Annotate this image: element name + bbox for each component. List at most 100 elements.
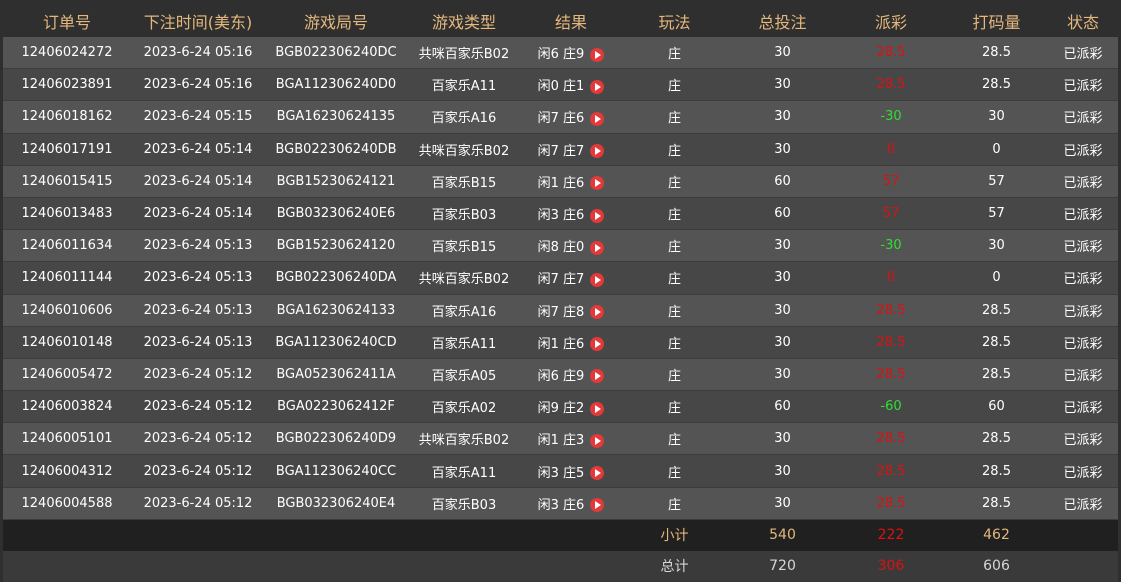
empty-cell bbox=[521, 519, 621, 551]
play-circle-icon[interactable] bbox=[590, 208, 605, 223]
order-id: 12406010606 bbox=[3, 294, 131, 327]
order-id: 12406005472 bbox=[3, 358, 131, 392]
header-status: 状态 bbox=[1048, 4, 1118, 37]
payout: 28.5 bbox=[837, 68, 945, 102]
table-row: 12406010148 2023-6-24 05:13 BGA112306240CD… bbox=[3, 326, 1118, 359]
result-text: 闲0 庄1 bbox=[537, 79, 585, 95]
round-id: BGA112306240CD bbox=[265, 326, 407, 359]
payout: -60 bbox=[837, 390, 945, 424]
round-id: BGA0523062411A bbox=[265, 358, 407, 392]
play-circle-icon[interactable] bbox=[590, 305, 605, 320]
result-text: 闲3 庄6 bbox=[537, 497, 585, 513]
play-circle-icon[interactable] bbox=[590, 369, 605, 384]
status-badge: 已派彩 bbox=[1048, 133, 1118, 166]
header-play: 玩法 bbox=[621, 4, 728, 37]
wager-volume: 28.5 bbox=[945, 358, 1048, 392]
result-cell: 闲1 庄3 bbox=[521, 422, 621, 456]
total-payout: 306 bbox=[837, 550, 945, 582]
game-type: 百家乐A11 bbox=[407, 454, 521, 488]
game-type: 百家乐A02 bbox=[407, 390, 521, 424]
result-text: 闲3 庄6 bbox=[537, 208, 585, 224]
play-type: 庄 bbox=[621, 326, 728, 359]
order-id: 12406024272 bbox=[3, 37, 131, 70]
result-cell: 闲7 庄7 bbox=[521, 133, 621, 166]
play-circle-icon[interactable] bbox=[590, 498, 605, 513]
empty-cell bbox=[265, 550, 407, 582]
bet-time: 2023-6-24 05:12 bbox=[131, 422, 265, 456]
play-type: 庄 bbox=[621, 133, 728, 166]
total-label: 总计 bbox=[621, 550, 728, 582]
table-row: 12406005472 2023-6-24 05:12 BGA0523062411A… bbox=[3, 358, 1118, 392]
bet-time: 2023-6-24 05:13 bbox=[131, 229, 265, 263]
play-circle-icon[interactable] bbox=[590, 337, 605, 352]
wager-volume: 28.5 bbox=[945, 294, 1048, 327]
payout: 0 bbox=[837, 133, 945, 166]
play-circle-icon[interactable] bbox=[590, 401, 605, 416]
play-type: 庄 bbox=[621, 294, 728, 327]
status-badge: 已派彩 bbox=[1048, 454, 1118, 488]
empty-cell bbox=[407, 550, 521, 582]
bet-history-table: 订单号 下注时间(美东) 游戏局号 游戏类型 结果 玩法 总投注 派彩 打码量 … bbox=[3, 4, 1118, 582]
play-circle-icon[interactable] bbox=[590, 240, 605, 255]
order-id: 12406011634 bbox=[3, 229, 131, 263]
wager-volume: 60 bbox=[945, 390, 1048, 424]
table-row: 12406010606 2023-6-24 05:13 BGA16230624133… bbox=[3, 294, 1118, 327]
result-text: 闲1 庄3 bbox=[537, 433, 585, 449]
status-badge: 已派彩 bbox=[1048, 487, 1118, 520]
order-id: 12406018162 bbox=[3, 100, 131, 134]
result-cell: 闲7 庄6 bbox=[521, 100, 621, 134]
header-result: 结果 bbox=[521, 4, 621, 37]
play-circle-icon[interactable] bbox=[590, 47, 605, 62]
play-circle-icon[interactable] bbox=[590, 176, 605, 191]
game-type: 共咪百家乐B02 bbox=[407, 37, 521, 70]
result-text: 闲3 庄5 bbox=[537, 465, 585, 481]
total-bet: 60 bbox=[728, 390, 837, 424]
game-type: 百家乐A11 bbox=[407, 326, 521, 359]
table-row: 12406015415 2023-6-24 05:14 BGB15230624121… bbox=[3, 165, 1118, 198]
play-circle-icon[interactable] bbox=[590, 272, 605, 287]
play-type: 庄 bbox=[621, 261, 728, 295]
order-id: 12406004312 bbox=[3, 454, 131, 488]
empty-cell bbox=[1048, 550, 1118, 582]
result-text: 闲9 庄2 bbox=[537, 401, 585, 417]
result-cell: 闲3 庄5 bbox=[521, 454, 621, 488]
wager-volume: 30 bbox=[945, 100, 1048, 134]
payout: 28.5 bbox=[837, 358, 945, 392]
play-type: 庄 bbox=[621, 358, 728, 392]
payout: 28.5 bbox=[837, 294, 945, 327]
result-cell: 闲1 庄6 bbox=[521, 326, 621, 359]
game-type: 共咪百家乐B02 bbox=[407, 133, 521, 166]
subtotal-payout: 222 bbox=[837, 519, 945, 551]
bet-time: 2023-6-24 05:15 bbox=[131, 100, 265, 134]
payout: 28.5 bbox=[837, 454, 945, 488]
wager-volume: 28.5 bbox=[945, 37, 1048, 70]
result-text: 闲7 庄7 bbox=[537, 143, 585, 159]
table-row: 12406017191 2023-6-24 05:14 BGB022306240DB… bbox=[3, 133, 1118, 166]
table-row: 12406024272 2023-6-24 05:16 BGB022306240DC… bbox=[3, 37, 1118, 70]
result-cell: 闲7 庄7 bbox=[521, 261, 621, 295]
total-bet: 720 bbox=[728, 550, 837, 582]
round-id: BGB15230624121 bbox=[265, 165, 407, 198]
round-id: BGB022306240DA bbox=[265, 261, 407, 295]
total-bet: 30 bbox=[728, 422, 837, 456]
play-circle-icon[interactable] bbox=[590, 111, 605, 126]
status-badge: 已派彩 bbox=[1048, 422, 1118, 456]
game-type: 百家乐A05 bbox=[407, 358, 521, 392]
status-badge: 已派彩 bbox=[1048, 294, 1118, 327]
round-id: BGA16230624133 bbox=[265, 294, 407, 327]
payout: 57 bbox=[837, 165, 945, 198]
play-type: 庄 bbox=[621, 197, 728, 231]
play-circle-icon[interactable] bbox=[590, 79, 605, 94]
play-circle-icon[interactable] bbox=[590, 144, 605, 159]
play-circle-icon[interactable] bbox=[590, 433, 605, 448]
result-text: 闲7 庄7 bbox=[537, 272, 585, 288]
header-wager-volume: 打码量 bbox=[945, 4, 1048, 37]
round-id: BGB022306240D9 bbox=[265, 422, 407, 456]
wager-volume: 30 bbox=[945, 229, 1048, 263]
bet-time: 2023-6-24 05:16 bbox=[131, 37, 265, 70]
total-bet: 30 bbox=[728, 454, 837, 488]
empty-cell bbox=[265, 519, 407, 551]
play-circle-icon[interactable] bbox=[590, 466, 605, 481]
bet-history-panel: 订单号 下注时间(美东) 游戏局号 游戏类型 结果 玩法 总投注 派彩 打码量 … bbox=[3, 4, 1118, 582]
bet-time: 2023-6-24 05:13 bbox=[131, 261, 265, 295]
